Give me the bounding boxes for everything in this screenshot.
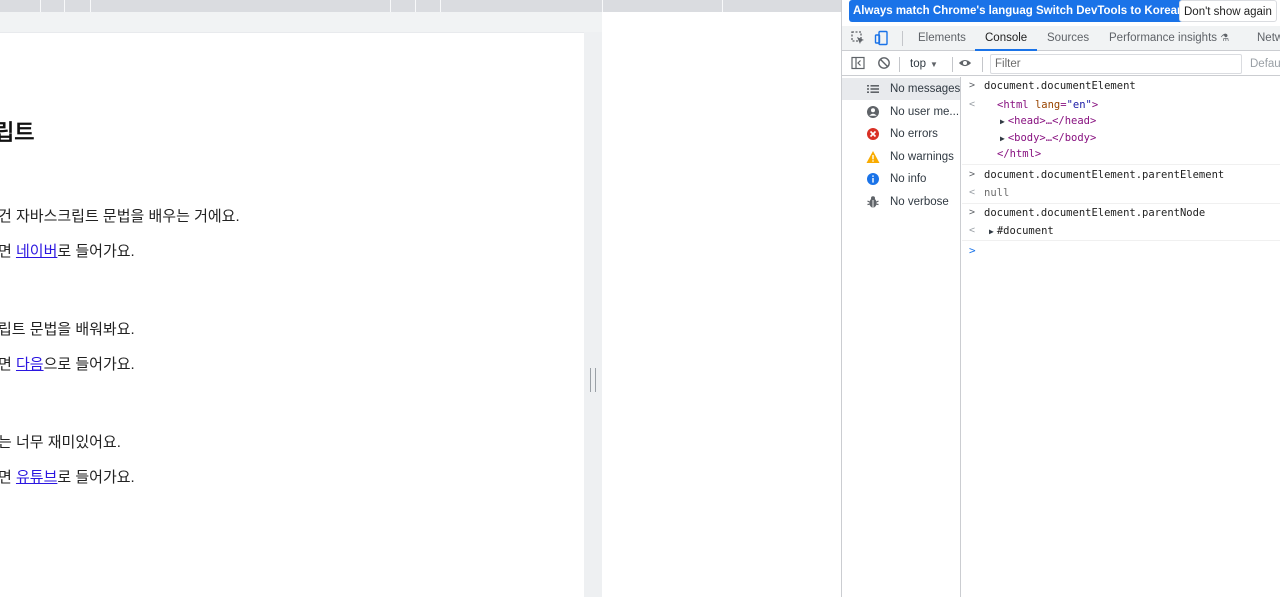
console-command: document.documentElement.parentElement (984, 169, 1225, 181)
console-entry: > document.documentElement < <html lang=… (962, 77, 1280, 165)
sidebar-item-warnings[interactable]: No warnings (842, 146, 960, 168)
paragraph-2: 면 네이버로 들어가요. (0, 243, 135, 260)
console-toolbar: top▼ Defau (842, 52, 1280, 76)
dont-show-again-button[interactable]: Don't show again (1179, 0, 1277, 22)
devtools-tab-bar: Elements Console Sources Performance ins… (842, 26, 1280, 51)
expand-triangle-icon: ▶ (1000, 117, 1005, 126)
list-icon (867, 85, 879, 93)
tab-console[interactable]: Console (974, 26, 1038, 51)
switch-to-korean-button[interactable]: Switch DevTools to Korean (1032, 0, 1189, 22)
expand-triangle-icon: ▶ (989, 227, 994, 236)
error-icon (867, 128, 879, 140)
result-chevron-icon: < (969, 187, 976, 198)
sidebar-toggle-icon[interactable] (851, 56, 865, 70)
always-match-language-button[interactable]: Always match Chrome's language (849, 0, 1044, 22)
warning-icon (866, 151, 880, 163)
naver-link[interactable]: 네이버 (16, 243, 57, 260)
console-prompt[interactable]: > (962, 243, 1280, 259)
console-output: > document.documentElement < <html lang=… (962, 77, 1280, 597)
page-viewport: 립트 건 자바스크립트 문법을 배우는 거에요. 면 네이버로 들어가요. 립트… (0, 0, 841, 597)
input-chevron-icon: > (969, 80, 976, 91)
expand-triangle-icon: ▶ (1000, 134, 1005, 143)
page-blank-area (602, 12, 841, 597)
user-icon (867, 106, 879, 118)
sidebar-item-verbose[interactable]: No verbose (842, 191, 960, 213)
console-entry: > document.documentElement.parentNode < … (962, 205, 1280, 241)
eye-icon[interactable] (958, 56, 972, 70)
context-selector[interactable]: top ▼ (910, 52, 938, 76)
console-filter-input[interactable] (990, 54, 1242, 74)
daum-link[interactable]: 다음 (16, 356, 44, 373)
language-infobar: Always match Chrome's language Switch De… (842, 0, 1280, 24)
html-close-tag: </html> (997, 148, 1042, 160)
paragraph-4: 면 다음으로 들어가요. (0, 356, 135, 373)
paragraph-1: 건 자바스크립트 문법을 배우는 거에요. (0, 208, 240, 225)
caret-down-icon: ▼ (930, 60, 938, 69)
console-sidebar: No messages No user me... No errors No w… (842, 77, 961, 597)
page-title: 립트 (0, 120, 35, 145)
sidebar-item-errors[interactable]: No errors (842, 123, 960, 145)
top-ruler (0, 0, 841, 12)
document-node[interactable]: ▶ #document (989, 223, 1054, 240)
console-result: null (984, 187, 1010, 199)
youtube-link[interactable]: 유튜브 (16, 469, 57, 486)
paragraph-3: 립트 문법을 배워봐요. (0, 321, 135, 338)
clear-console-icon[interactable] (877, 56, 891, 70)
tab-network[interactable]: Netw (1257, 26, 1280, 50)
console-command: document.documentElement (984, 80, 1136, 92)
result-chevron-icon: < (969, 225, 976, 236)
html-element-node[interactable]: <html lang="en"> (997, 97, 1098, 113)
tab-elements[interactable]: Elements (918, 26, 966, 50)
resize-handle[interactable] (590, 368, 596, 392)
input-chevron-icon: > (969, 169, 976, 180)
document-page: 립트 건 자바스크립트 문법을 배우는 거에요. 면 네이버로 들어가요. 립트… (0, 32, 584, 597)
tab-performance-insights[interactable]: Performance insights ⚗ (1109, 26, 1229, 50)
paragraph-5: 는 너무 재미있어요. (0, 434, 121, 451)
prompt-chevron-icon: > (969, 244, 976, 257)
tab-sources[interactable]: Sources (1047, 26, 1089, 50)
info-icon (867, 173, 879, 185)
head-node[interactable]: ▶ <head>…</head> (1000, 113, 1096, 130)
bug-icon (867, 196, 879, 208)
device-toolbar-icon[interactable] (874, 30, 890, 46)
console-command: document.documentElement.parentNode (984, 207, 1206, 219)
result-chevron-icon: < (969, 99, 976, 110)
inspect-element-icon[interactable] (850, 30, 866, 46)
sidebar-item-info[interactable]: No info (842, 168, 960, 190)
sidebar-item-messages[interactable]: No messages (842, 78, 960, 100)
console-entry: > document.documentElement.parentElement… (962, 166, 1280, 204)
page-gutter (584, 32, 602, 597)
devtools-panel: Always match Chrome's language Switch De… (841, 0, 1280, 597)
body-node[interactable]: ▶ <body>…</body> (1000, 130, 1096, 147)
paragraph-6: 면 유튜브로 들어가요. (0, 469, 135, 486)
log-levels-dropdown[interactable]: Defau (1250, 52, 1280, 76)
input-chevron-icon: > (969, 207, 976, 218)
sidebar-item-user-messages[interactable]: No user me... (842, 101, 960, 123)
flask-icon: ⚗ (1220, 33, 1230, 44)
